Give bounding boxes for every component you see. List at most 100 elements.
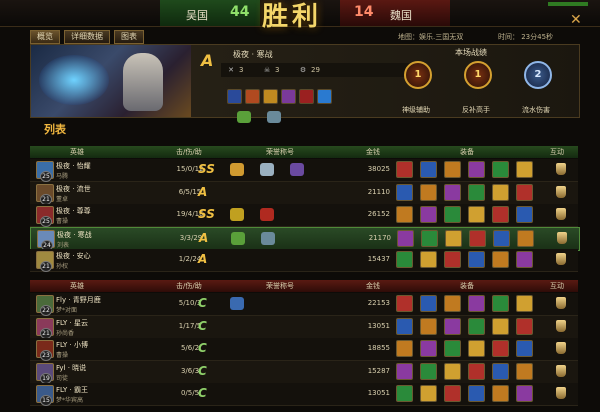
thumbs-up-icon[interactable] bbox=[556, 364, 566, 377]
item-slot[interactable] bbox=[396, 206, 413, 224]
thumbs-up-icon[interactable] bbox=[556, 163, 566, 175]
item-slot[interactable] bbox=[444, 340, 461, 358]
equip-slot[interactable] bbox=[245, 89, 260, 104]
tab-charts[interactable]: 图表 bbox=[114, 30, 144, 44]
item-slot[interactable] bbox=[420, 183, 437, 201]
item-slot[interactable] bbox=[444, 206, 461, 224]
item-slot[interactable] bbox=[468, 161, 485, 178]
item-slot[interactable] bbox=[468, 183, 485, 201]
item-slot[interactable] bbox=[397, 229, 414, 247]
item-slot[interactable] bbox=[516, 362, 533, 380]
item-slot[interactable] bbox=[468, 251, 485, 269]
item-slot[interactable] bbox=[420, 385, 437, 403]
player-name: 极夜 · 怡耀 bbox=[56, 162, 91, 170]
item-slot[interactable] bbox=[444, 362, 461, 380]
item-slot[interactable] bbox=[444, 251, 461, 269]
player-row[interactable]: 25 极夜 · 尊尊 曹操 19/4/16 SS 26152 bbox=[30, 204, 578, 228]
equip-slot[interactable] bbox=[227, 89, 242, 104]
thumbs-up-icon[interactable] bbox=[556, 319, 566, 332]
item-slot[interactable] bbox=[492, 206, 509, 224]
item-slot[interactable] bbox=[445, 229, 462, 247]
item-slot[interactable] bbox=[516, 206, 533, 224]
thumbs-up-icon[interactable] bbox=[556, 387, 566, 400]
player-row[interactable]: 21 极夜 · 安心 孙权 1/2/24 A 15437 bbox=[30, 249, 578, 273]
item-slot[interactable] bbox=[396, 161, 413, 178]
item-slot[interactable] bbox=[468, 362, 485, 380]
thumbs-up-icon[interactable] bbox=[556, 208, 566, 221]
item-slot[interactable] bbox=[492, 340, 509, 358]
item-slot[interactable] bbox=[516, 317, 533, 335]
item-slot[interactable] bbox=[516, 161, 533, 178]
item-slot[interactable] bbox=[420, 317, 437, 335]
item-slot[interactable] bbox=[444, 385, 461, 403]
item-slot[interactable] bbox=[469, 229, 486, 247]
equip-slot[interactable] bbox=[317, 89, 332, 104]
equip-slot[interactable] bbox=[281, 89, 296, 104]
level-badge: 23 bbox=[40, 350, 52, 362]
item-slot[interactable] bbox=[492, 251, 509, 269]
item-slot[interactable] bbox=[444, 183, 461, 201]
item-slot[interactable] bbox=[468, 385, 485, 403]
thumbs-up-icon[interactable] bbox=[557, 231, 567, 244]
col-interact: 互动 bbox=[550, 148, 564, 156]
badge-label: 反补高手 bbox=[462, 106, 490, 114]
item-slot[interactable] bbox=[492, 317, 509, 335]
thumbs-up-icon[interactable] bbox=[556, 185, 566, 198]
tab-details[interactable]: 详细数据 bbox=[64, 30, 110, 44]
item-slot[interactable] bbox=[492, 161, 509, 178]
map-info: 地图：娱乐.三国无双 bbox=[398, 33, 464, 41]
item-slot[interactable] bbox=[516, 183, 533, 201]
item-slot[interactable] bbox=[420, 251, 437, 269]
item-slot[interactable] bbox=[492, 385, 509, 403]
item-slot[interactable] bbox=[396, 183, 413, 201]
player-row[interactable]: 22 Fly · 青野月鹿 梦*对面 5/10/3 C 22153 bbox=[30, 293, 578, 316]
item-slot[interactable] bbox=[420, 362, 437, 380]
thumbs-up-icon[interactable] bbox=[556, 253, 566, 266]
item-slot[interactable] bbox=[420, 295, 437, 312]
item-slot[interactable] bbox=[516, 340, 533, 358]
item-slot[interactable] bbox=[421, 229, 438, 247]
item-slot[interactable] bbox=[396, 385, 413, 403]
item-slot[interactable] bbox=[492, 183, 509, 201]
item-slot[interactable] bbox=[444, 295, 461, 312]
item-slot[interactable] bbox=[396, 340, 413, 358]
player-row[interactable]: 25 极夜 · 怡耀 马腾 15/0/12 SS 38025 bbox=[30, 159, 578, 182]
level-badge: 21 bbox=[40, 327, 52, 339]
item-slot[interactable] bbox=[420, 206, 437, 224]
item-slot[interactable] bbox=[468, 340, 485, 358]
item-slot[interactable] bbox=[444, 317, 461, 335]
item-slot[interactable] bbox=[468, 295, 485, 312]
tab-overview[interactable]: 概览 bbox=[30, 30, 60, 44]
item-slot[interactable] bbox=[516, 385, 533, 403]
item-slot[interactable] bbox=[468, 206, 485, 224]
item-slot[interactable] bbox=[492, 362, 509, 380]
close-icon[interactable]: ✕ bbox=[570, 12, 582, 28]
item-slot[interactable] bbox=[420, 161, 437, 178]
honor-title-icon bbox=[230, 297, 244, 310]
item-slot[interactable] bbox=[444, 161, 461, 178]
item-slot[interactable] bbox=[493, 229, 510, 247]
player-row[interactable]: 21 FLY · 星云 孙尚香 1/17/5 C 13051 bbox=[30, 315, 578, 339]
player-row[interactable]: 19 Fyl · 晓说 司徒 3/6/3 C 15287 bbox=[30, 360, 578, 384]
gold-value: 22153 bbox=[367, 299, 390, 307]
hero-name: 极夜 · 寒战 bbox=[233, 50, 273, 59]
item-slot[interactable] bbox=[396, 317, 413, 335]
player-row[interactable]: 21 极夜 · 流世 董卓 6/5/15 A 21110 bbox=[30, 181, 578, 205]
player-row[interactable]: 15 FLY · 霸王 梦*华宾高 0/5/5 C 13051 bbox=[30, 383, 578, 407]
item-slot[interactable] bbox=[396, 362, 413, 380]
player-row[interactable]: 24 极夜 · 寒战 刘表 3/3/29 A 21170 bbox=[30, 226, 580, 251]
thumbs-up-icon[interactable] bbox=[556, 297, 566, 309]
item-slot[interactable] bbox=[396, 295, 413, 312]
item-slot[interactable] bbox=[468, 317, 485, 335]
item-slot[interactable] bbox=[396, 251, 413, 269]
item-slot[interactable] bbox=[516, 295, 533, 312]
hero-name: 司徒 bbox=[56, 374, 69, 382]
item-slot[interactable] bbox=[420, 340, 437, 358]
item-slot[interactable] bbox=[517, 229, 534, 247]
thumbs-up-icon[interactable] bbox=[556, 342, 566, 355]
item-slot[interactable] bbox=[516, 251, 533, 269]
equip-slot[interactable] bbox=[263, 89, 278, 104]
item-slot[interactable] bbox=[492, 295, 509, 312]
equip-slot[interactable] bbox=[299, 89, 314, 104]
player-row[interactable]: 23 FLY · 小博 曹操 5/6/2 C 18855 bbox=[30, 338, 578, 362]
